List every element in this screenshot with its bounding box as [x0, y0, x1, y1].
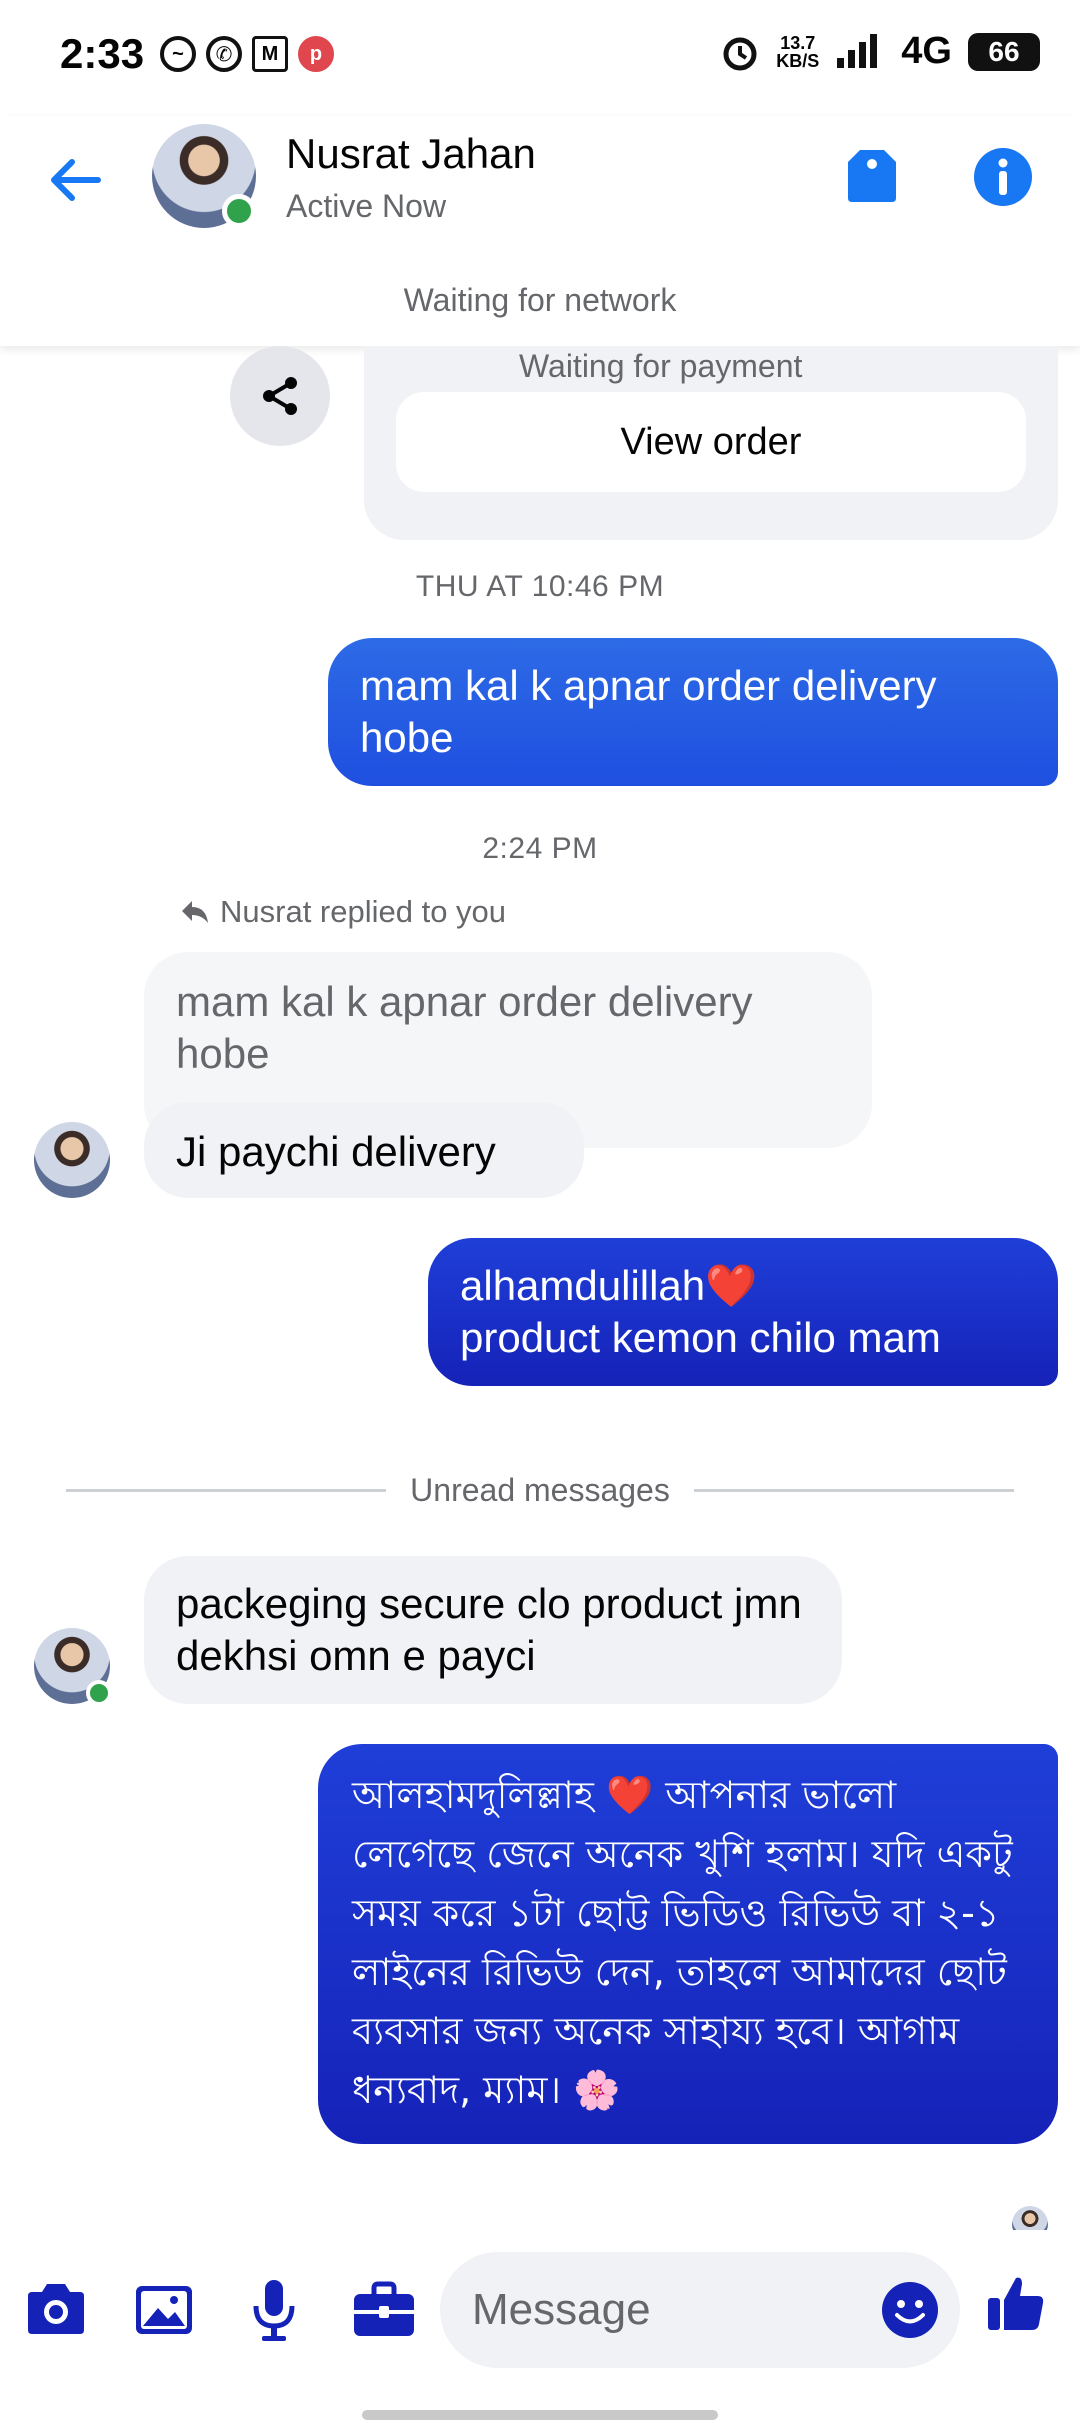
like-icon[interactable]	[984, 2270, 1048, 2334]
pinterest-icon: p	[298, 36, 334, 72]
contact-status: Active Now	[286, 188, 447, 224]
home-indicator[interactable]	[362, 2410, 718, 2420]
outgoing-message-line: alhamdulillah❤️	[460, 1262, 758, 1309]
network-speed-value: 13.7	[780, 32, 816, 53]
battery-icon: 66	[968, 32, 1040, 71]
network-status: Waiting for network	[403, 282, 677, 318]
gallery-icon[interactable]	[128, 2274, 200, 2346]
microphone-icon[interactable]	[238, 2274, 310, 2346]
gmail-icon: M	[252, 36, 288, 72]
network-speed: 13.7 KB/S	[776, 34, 819, 70]
back-arrow-icon[interactable]	[44, 148, 108, 212]
network-type: 4G	[901, 30, 952, 72]
share-button[interactable]	[230, 346, 330, 446]
system-indicators: 13.7 KB/S 4G 66	[720, 30, 1040, 73]
messenger-icon: ~	[160, 36, 196, 72]
clock: 2:33	[60, 30, 145, 77]
contact-name[interactable]: Nusrat Jahan	[286, 130, 536, 178]
seen-indicator-avatar	[1012, 2206, 1048, 2230]
outgoing-message-line: product kemon chilo mam	[460, 1314, 941, 1361]
reply-icon	[182, 901, 208, 923]
briefcase-icon[interactable]	[348, 2274, 420, 2346]
outgoing-message[interactable]: mam kal k apnar order delivery hobe	[328, 638, 1058, 786]
composer-bar	[0, 2230, 1080, 2390]
tag-icon[interactable]	[842, 146, 902, 206]
reply-label: Nusrat replied to you	[220, 894, 507, 929]
divider-line	[66, 1489, 387, 1492]
sender-avatar[interactable]	[34, 1122, 110, 1198]
timestamp: 2:24 PM	[482, 832, 598, 865]
reply-indicator: Nusrat replied to you	[180, 894, 506, 930]
divider-line	[693, 1489, 1014, 1492]
camera-icon[interactable]	[20, 2274, 92, 2346]
message-list[interactable]: Waiting for payment View order THU AT 10…	[0, 346, 1080, 2230]
emoji-icon[interactable]	[880, 2280, 940, 2340]
timestamp: THU AT 10:46 PM	[415, 570, 665, 603]
whatsapp-icon: ✆	[206, 36, 242, 72]
unread-label: Unread messages	[410, 1472, 670, 1508]
outgoing-message[interactable]: আলহামদুলিল্লাহ ❤️ আপনার ভালো লেগেছে জেনে…	[318, 1744, 1058, 2144]
alarm-icon	[723, 37, 757, 70]
info-icon[interactable]	[972, 146, 1034, 208]
order-card: Waiting for payment View order	[364, 346, 1058, 540]
order-status: Waiting for payment	[519, 348, 803, 384]
chat-header: Nusrat Jahan Active Now Waiting for netw…	[0, 116, 1080, 346]
incoming-message[interactable]: Ji paychi delivery	[144, 1102, 584, 1198]
signal-icon	[837, 33, 878, 68]
notification-icons: ~ ✆ M p	[160, 36, 334, 72]
status-bar: 2:33 ~ ✆ M p 13.7 KB/S 4G 66	[0, 0, 1080, 116]
online-indicator	[86, 1680, 112, 1706]
incoming-message[interactable]: packeging secure clo product jmn dekhsi …	[144, 1556, 842, 1704]
message-input-box[interactable]	[440, 2252, 960, 2368]
message-input[interactable]	[472, 2252, 832, 2368]
online-indicator	[222, 194, 256, 228]
network-speed-unit: KB/S	[776, 50, 820, 71]
unread-divider: Unread messages	[66, 1472, 1014, 1509]
outgoing-message[interactable]: alhamdulillah❤️ product kemon chilo mam	[428, 1238, 1058, 1386]
view-order-button[interactable]: View order	[396, 392, 1026, 492]
share-icon	[263, 377, 297, 415]
